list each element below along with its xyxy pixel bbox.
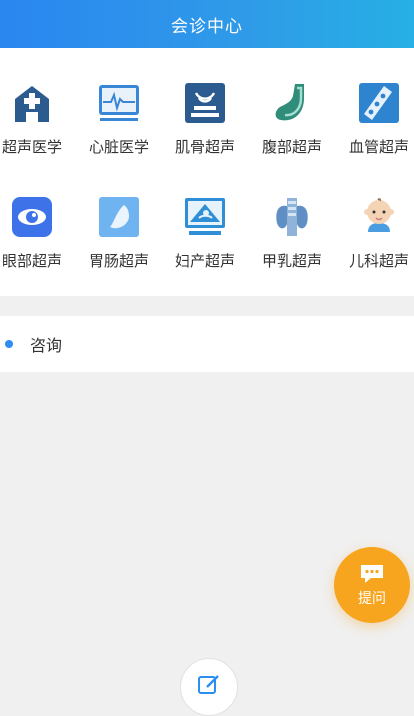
consult-title: 咨询 bbox=[30, 336, 63, 355]
eye-icon bbox=[12, 197, 52, 237]
category-label: 血管超声 bbox=[348, 138, 409, 156]
category-item-obstetrics[interactable]: 妇产超声 bbox=[162, 196, 248, 286]
category-grid: 超声医学 心脏医学 肌骨超声 腹部超声 血管超声 眼部超声 胃肠超声 妇产超声 … bbox=[0, 48, 414, 296]
intestine-icon bbox=[99, 197, 139, 237]
hospital-icon bbox=[15, 86, 49, 122]
stomach-icon bbox=[275, 84, 304, 121]
edit-icon bbox=[198, 675, 219, 694]
ask-question-label: 提问 bbox=[358, 590, 386, 607]
header-bar: 会诊中心 bbox=[0, 0, 414, 48]
bottom-nav-compose-button[interactable] bbox=[180, 658, 238, 716]
consult-section-header: 咨询 bbox=[0, 316, 414, 372]
category-label: 超声医学 bbox=[1, 138, 62, 156]
category-item-gastrointestinal[interactable]: 胃肠超声 bbox=[76, 196, 162, 286]
ecg-monitor-icon bbox=[99, 85, 139, 121]
category-label: 眼部超声 bbox=[1, 252, 62, 270]
category-label: 肌骨超声 bbox=[174, 138, 235, 156]
category-item-ocular[interactable]: 眼部超声 bbox=[0, 196, 75, 286]
fetal-ultrasound-icon bbox=[185, 198, 225, 235]
ask-question-button[interactable]: 提问 bbox=[334, 547, 410, 623]
blood-vessel-icon bbox=[359, 83, 399, 123]
category-item-cardiac-medicine[interactable]: 心脏医学 bbox=[76, 82, 162, 172]
category-item-pediatric[interactable]: 儿科超声 bbox=[336, 196, 414, 286]
category-item-thyroid-breast[interactable]: 甲乳超声 bbox=[249, 196, 335, 286]
thyroid-icon bbox=[276, 198, 308, 236]
bullet-dot bbox=[5, 340, 13, 348]
category-label: 儿科超声 bbox=[348, 252, 409, 270]
category-label: 腹部超声 bbox=[261, 138, 322, 156]
chat-bubble-icon bbox=[361, 564, 383, 583]
category-label: 心脏医学 bbox=[88, 138, 149, 156]
category-item-musculoskeletal[interactable]: 肌骨超声 bbox=[162, 82, 248, 172]
category-label: 胃肠超声 bbox=[88, 252, 149, 270]
category-label: 甲乳超声 bbox=[261, 252, 322, 270]
category-label: 妇产超声 bbox=[174, 252, 235, 270]
ultrasound-probe-icon bbox=[185, 83, 225, 123]
category-item-abdominal[interactable]: 腹部超声 bbox=[249, 82, 335, 172]
baby-icon bbox=[364, 198, 394, 232]
category-item-vascular[interactable]: 血管超声 bbox=[336, 82, 414, 172]
page-title: 会诊中心 bbox=[171, 16, 243, 37]
category-item-ultrasound-medicine[interactable]: 超声医学 bbox=[0, 82, 75, 172]
